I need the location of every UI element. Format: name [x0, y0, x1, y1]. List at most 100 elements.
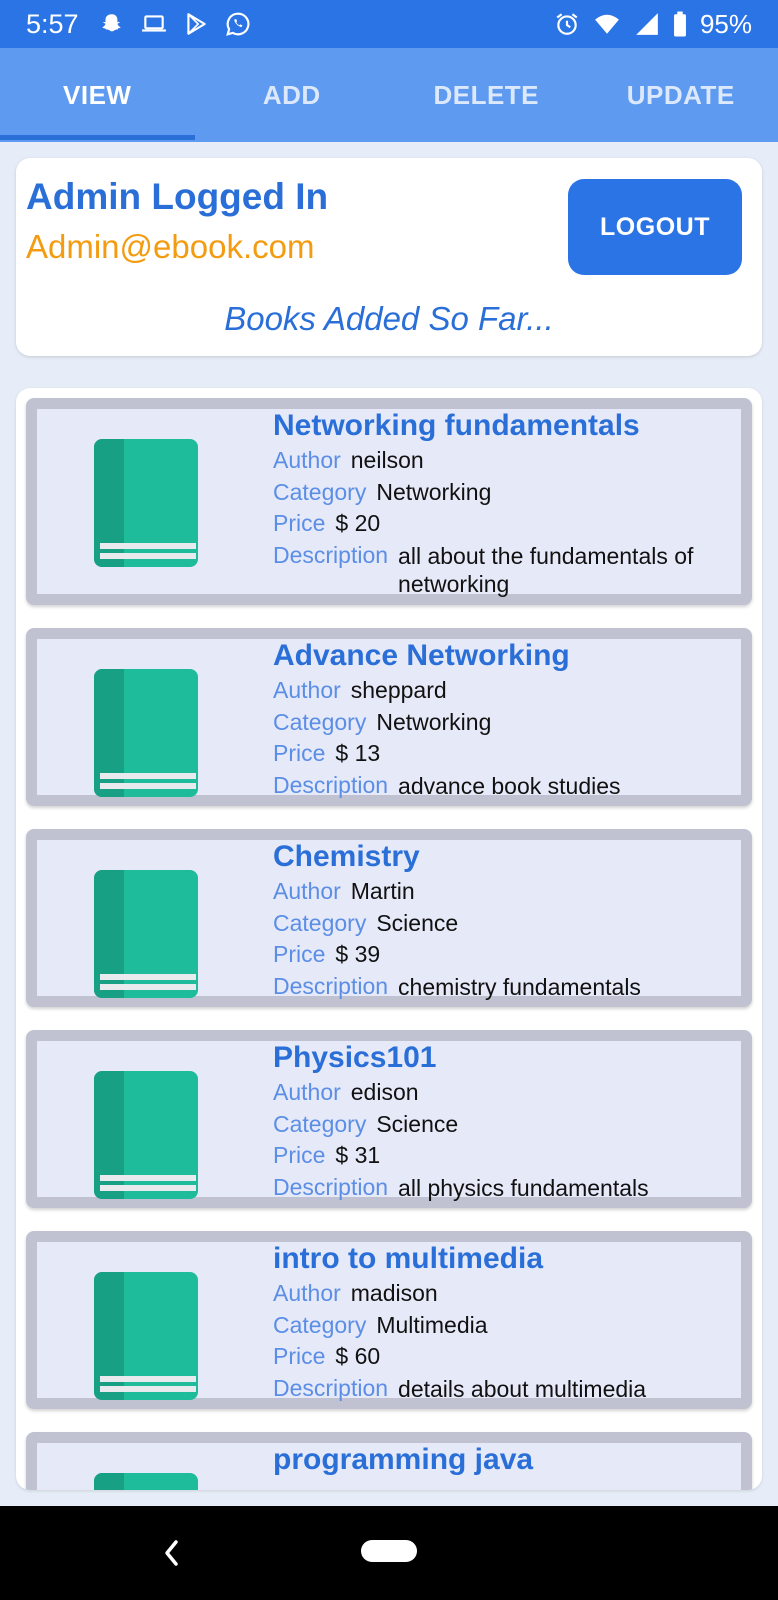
- price-label: Price: [273, 1343, 326, 1369]
- book-title: programming java: [273, 1443, 534, 1476]
- description-label: Description: [273, 1173, 389, 1200]
- book-title: Chemistry: [273, 840, 420, 873]
- category-label: Category: [273, 1110, 367, 1137]
- book-title: Physics101: [273, 1041, 437, 1074]
- book-category: Science: [376, 1110, 459, 1137]
- snapchat-icon: [101, 14, 121, 32]
- book-author-row: Author madison: [273, 1278, 729, 1310]
- book-author: Martin: [350, 878, 415, 904]
- book-author-row: Author Martin: [273, 876, 729, 908]
- battery-percentage: 95%: [699, 8, 752, 39]
- admin-header-card: Admin Logged In Admin@ebook.com LOGOUT B…: [16, 158, 762, 356]
- book-list-item[interactable]: intro to multimedia Author madison Catego…: [26, 1231, 752, 1409]
- book-icon: [94, 1473, 198, 1490]
- book-category-row: Category Networking: [273, 477, 729, 509]
- book-category: Multimedia: [376, 1311, 488, 1338]
- book-description-row: Description advance book studies: [273, 770, 729, 802]
- book-author: madison: [350, 1280, 438, 1306]
- battery-icon: [673, 11, 686, 37]
- book-author: sheppard: [350, 677, 447, 703]
- book-author-row: Author sheppard: [273, 675, 729, 707]
- book-author: edison: [350, 1079, 419, 1105]
- book-category: Networking: [376, 478, 492, 505]
- system-icons: 95%: [554, 9, 752, 40]
- book-description-row: Description all physics fundamentals: [273, 1172, 729, 1204]
- book-price: $ 13: [335, 740, 381, 766]
- author-label: Author: [273, 878, 341, 904]
- book-details: Physics101 Author edison Category Science …: [273, 1041, 729, 1203]
- book-icon: [94, 870, 198, 998]
- logout-button[interactable]: LOGOUT: [568, 179, 742, 275]
- book-title: Networking fundamentals: [273, 409, 640, 442]
- whatsapp-icon: [225, 12, 249, 36]
- home-button[interactable]: [361, 1540, 417, 1562]
- book-list-item[interactable]: Advance Networking Author sheppard Catego…: [26, 628, 752, 806]
- book-icon: [94, 1071, 198, 1199]
- book-list-item[interactable]: Networking fundamentals Author neilson Ca…: [26, 398, 752, 605]
- book-details: Chemistry Author Martin Category Science P…: [273, 840, 729, 1002]
- category-label: Category: [273, 1311, 367, 1338]
- book-author-row: Author edison: [273, 1077, 729, 1109]
- price-label: Price: [273, 1142, 326, 1168]
- admin-email: Admin@ebook.com: [26, 228, 315, 265]
- book-price-row: Price $ 31: [273, 1140, 729, 1172]
- book-category-row: Category Networking: [273, 707, 729, 739]
- book-list-item[interactable]: programming java: [26, 1432, 752, 1490]
- book-description-row: Description all about the fundamentals of…: [273, 540, 729, 598]
- back-icon[interactable]: [159, 1536, 183, 1570]
- book-description: details about multimedia: [398, 1375, 647, 1402]
- tab-delete[interactable]: DELETE: [389, 48, 584, 142]
- category-label: Category: [273, 708, 367, 735]
- description-label: Description: [273, 972, 389, 999]
- book-category-row: Category Science: [273, 908, 729, 940]
- book-icon: [94, 669, 198, 797]
- book-price-row: Price $ 13: [273, 738, 729, 770]
- book-category: Networking: [376, 708, 492, 735]
- book-price: $ 20: [335, 510, 381, 536]
- book-title: Advance Networking: [273, 639, 570, 672]
- book-category-row: Category Science: [273, 1109, 729, 1141]
- status-time: 5:57: [26, 8, 79, 39]
- book-category: Science: [376, 909, 459, 936]
- tab-add[interactable]: ADD: [195, 48, 390, 142]
- category-label: Category: [273, 478, 367, 505]
- description-label: Description: [273, 771, 389, 798]
- book-price-row: Price $ 39: [273, 939, 729, 971]
- book-icon: [94, 439, 198, 567]
- books-subtitle: Books Added So Far...: [224, 300, 554, 337]
- book-icon: [94, 1272, 198, 1400]
- book-author-row: Author neilson: [273, 445, 729, 477]
- tab-bar: VIEW ADD DELETE UPDATE: [0, 48, 778, 142]
- price-label: Price: [273, 941, 326, 967]
- navigation-bar: [0, 1506, 778, 1600]
- author-label: Author: [273, 1079, 341, 1105]
- tab-view[interactable]: VIEW: [0, 48, 195, 142]
- admin-title: Admin Logged In: [26, 176, 329, 217]
- book-details: Networking fundamentals Author neilson Ca…: [273, 409, 729, 598]
- book-description: chemistry fundamentals: [398, 973, 641, 1000]
- book-list-item[interactable]: Chemistry Author Martin Category Science P…: [26, 829, 752, 1007]
- description-label: Description: [273, 1374, 389, 1401]
- book-title: intro to multimedia: [273, 1242, 543, 1275]
- book-price: $ 31: [335, 1142, 381, 1168]
- signal-icon: [636, 13, 658, 35]
- notification-icons: [99, 11, 251, 37]
- book-price-row: Price $ 60: [273, 1341, 729, 1373]
- book-description: all physics fundamentals: [398, 1174, 649, 1201]
- alarm-icon: [556, 13, 578, 35]
- book-details: programming java: [273, 1443, 729, 1479]
- status-bar: 5:57 95%: [0, 0, 778, 48]
- book-details: intro to multimedia Author madison Catego…: [273, 1242, 729, 1404]
- book-description: all about the fundamentals of networking: [398, 542, 694, 597]
- wifi-icon: [595, 14, 619, 34]
- author-label: Author: [273, 677, 341, 703]
- book-list-item[interactable]: Physics101 Author edison Category Science …: [26, 1030, 752, 1208]
- price-label: Price: [273, 510, 326, 536]
- book-list[interactable]: Networking fundamentals Author neilson Ca…: [16, 388, 762, 1490]
- book-description-row: Description chemistry fundamentals: [273, 971, 729, 1003]
- tab-update[interactable]: UPDATE: [584, 48, 778, 142]
- author-label: Author: [273, 1280, 341, 1306]
- book-description: advance book studies: [398, 772, 621, 799]
- laptop-icon: [141, 15, 166, 32]
- book-price: $ 60: [335, 1343, 381, 1369]
